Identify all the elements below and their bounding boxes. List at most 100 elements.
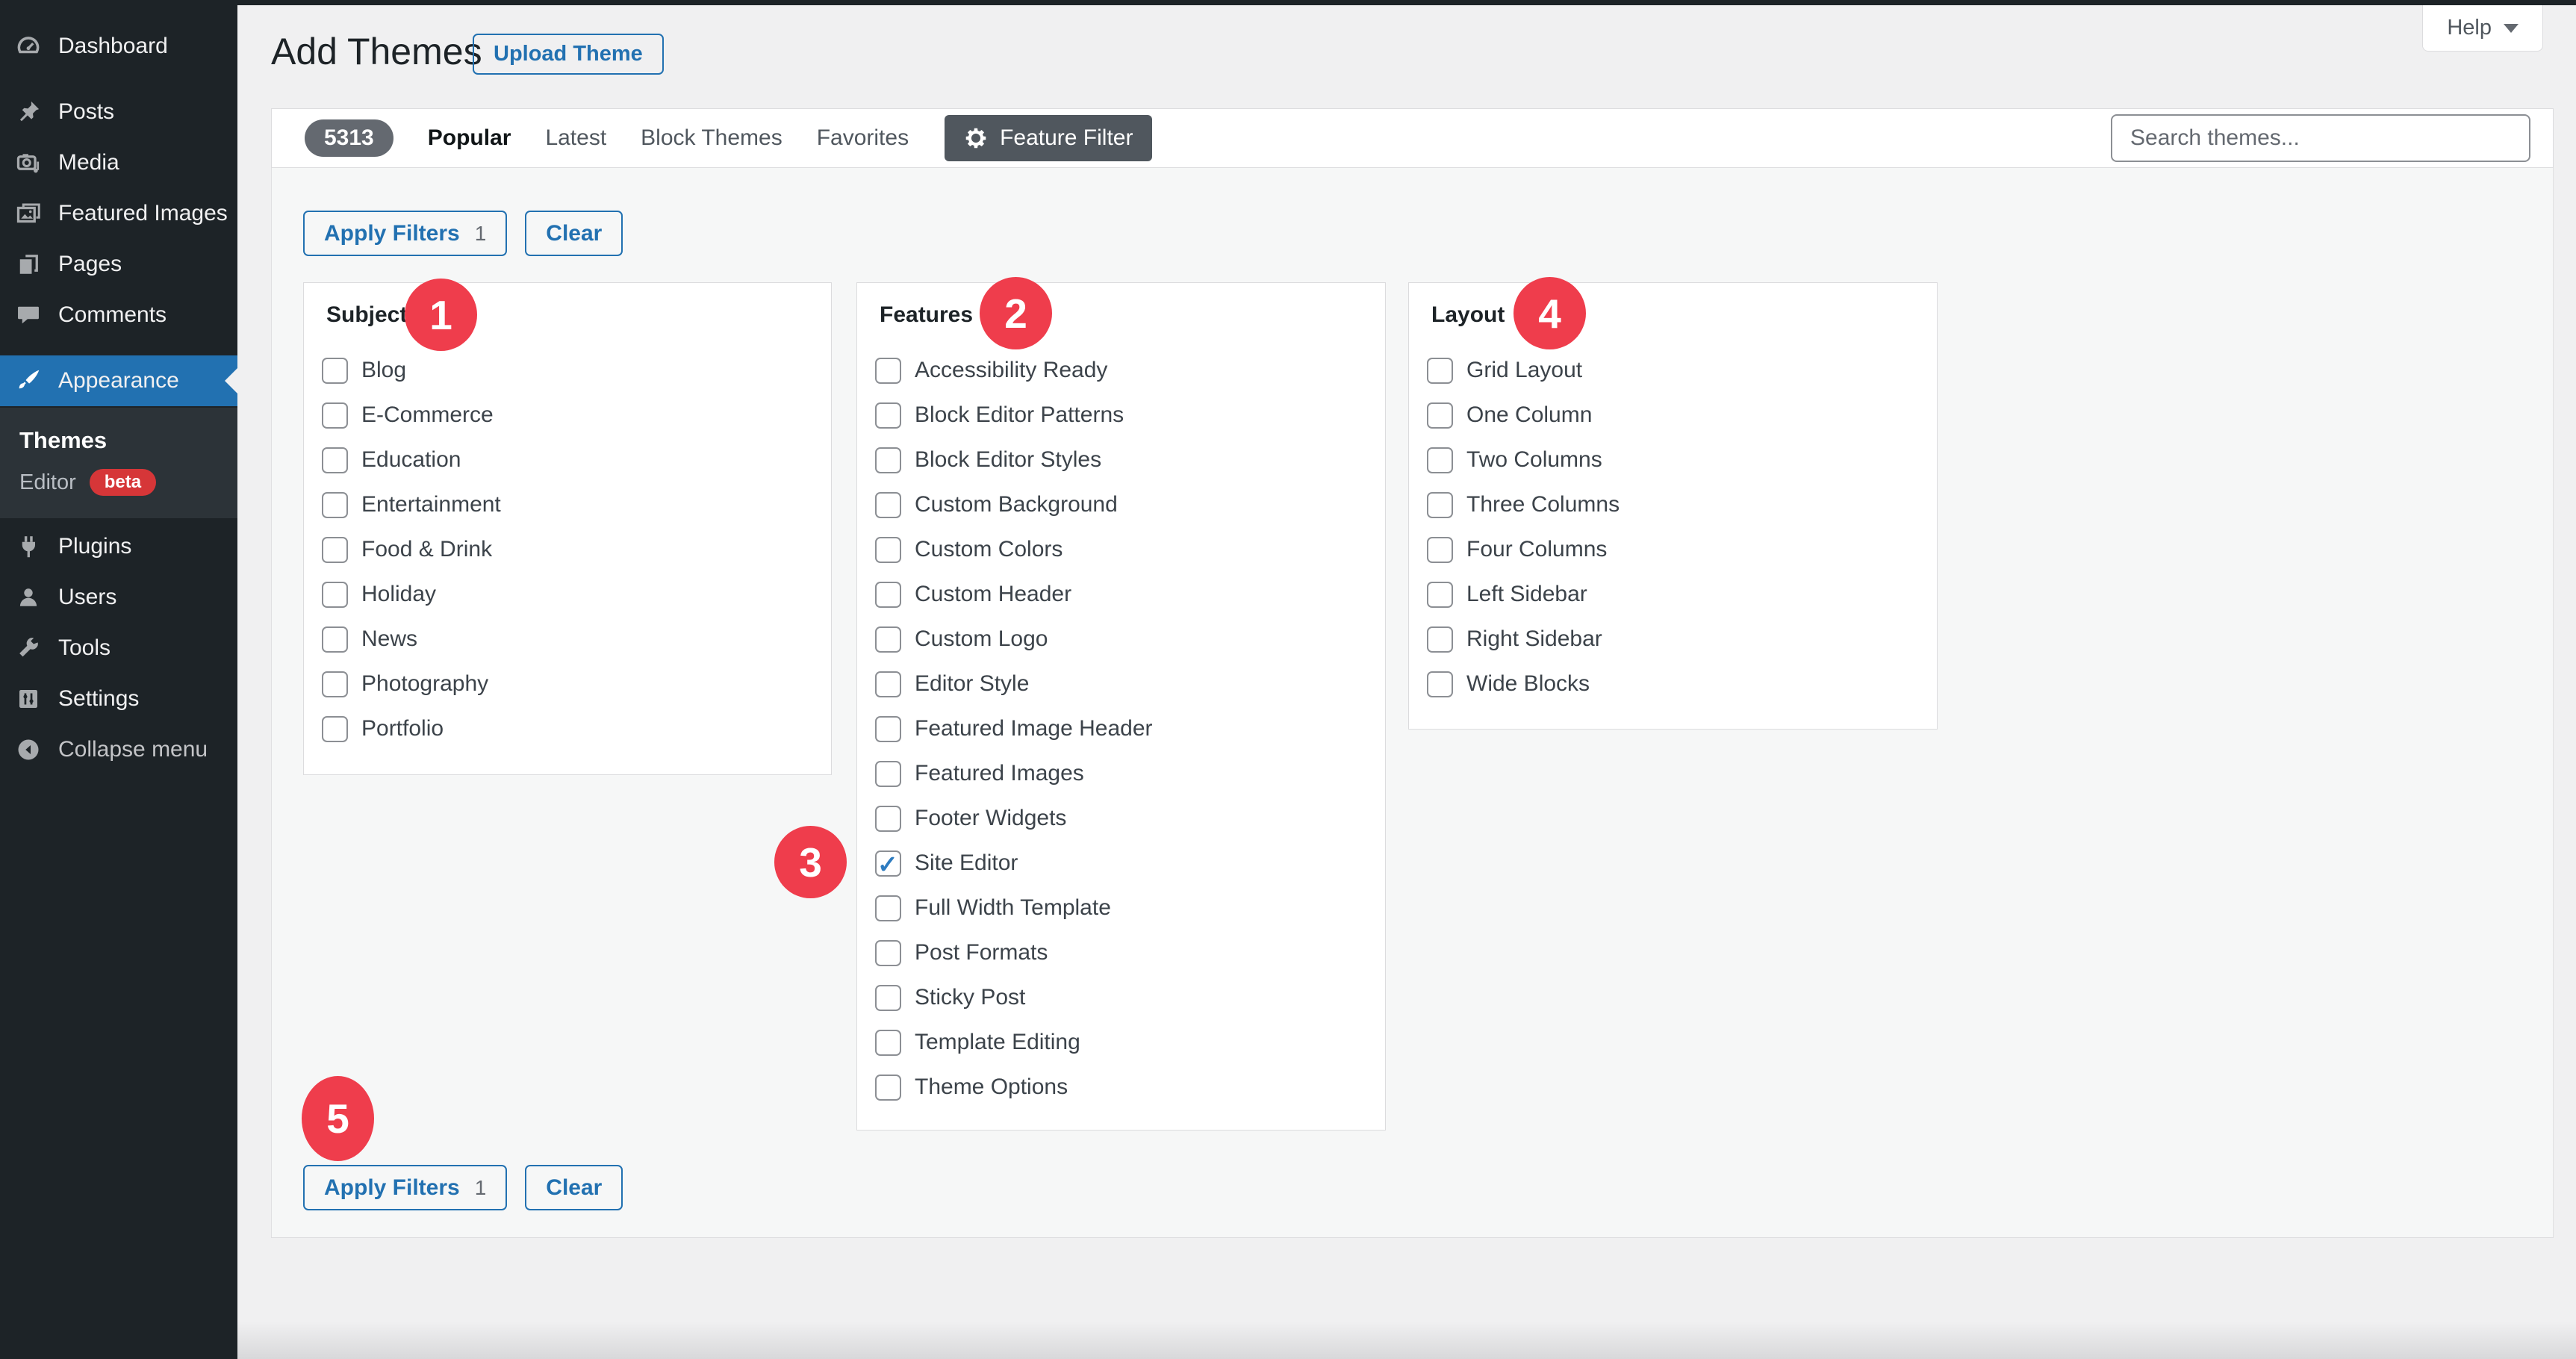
checkbox[interactable] (1427, 536, 1453, 563)
checkbox[interactable] (875, 402, 901, 429)
filter-option-editor-style[interactable]: Editor Style (875, 662, 1385, 706)
tab-block-themes[interactable]: Block Themes (641, 125, 783, 151)
filter-option-four-columns[interactable]: Four Columns (1427, 527, 1937, 572)
filter-group-title: Layout (1431, 302, 1505, 327)
submenu-item-editor[interactable]: Editor beta (19, 463, 237, 502)
checkbox[interactable] (322, 671, 348, 697)
filter-option-featured-images[interactable]: Featured Images (875, 751, 1385, 796)
checkbox[interactable] (875, 447, 901, 473)
checkbox[interactable] (1427, 357, 1453, 384)
checkbox[interactable] (322, 447, 348, 473)
checkbox[interactable] (322, 491, 348, 518)
checkbox[interactable] (1427, 581, 1453, 608)
collapse-menu-button[interactable]: Collapse menu (0, 724, 237, 775)
checkbox[interactable] (875, 805, 901, 832)
filter-option-footer-widgets[interactable]: Footer Widgets (875, 796, 1385, 841)
checkbox[interactable] (875, 984, 901, 1011)
checkbox[interactable] (1427, 447, 1453, 473)
filter-option-ecommerce[interactable]: E-Commerce (322, 393, 831, 438)
checkbox[interactable] (875, 536, 901, 563)
filter-option-accessibility-ready[interactable]: Accessibility Ready (875, 348, 1385, 393)
checkbox[interactable] (322, 581, 348, 608)
sidebar-item-pages[interactable]: Pages (0, 239, 237, 290)
filter-option-entertainment[interactable]: Entertainment (322, 482, 831, 527)
checkbox[interactable] (875, 581, 901, 608)
filter-option-blog[interactable]: Blog (322, 348, 831, 393)
checkbox[interactable] (1427, 402, 1453, 429)
filter-option-custom-background[interactable]: Custom Background (875, 482, 1385, 527)
plugin-icon (15, 533, 42, 560)
filter-option-post-formats[interactable]: Post Formats (875, 930, 1385, 975)
filter-option-theme-options[interactable]: Theme Options (875, 1065, 1385, 1110)
checkbox[interactable] (1427, 491, 1453, 518)
step-marker-5: 5 (302, 1076, 374, 1161)
filter-option-custom-logo[interactable]: Custom Logo (875, 617, 1385, 662)
filter-option-three-columns[interactable]: Three Columns (1427, 482, 1937, 527)
filter-option-template-editing[interactable]: Template Editing (875, 1020, 1385, 1065)
sidebar-item-settings[interactable]: Settings (0, 674, 237, 724)
sidebar-item-dashboard[interactable]: Dashboard (0, 21, 237, 72)
feature-filter-label: Feature Filter (1000, 125, 1133, 150)
checkbox[interactable] (875, 939, 901, 966)
help-dropdown[interactable]: Help (2422, 5, 2543, 52)
sidebar-item-tools[interactable]: Tools (0, 623, 237, 674)
filter-option-site-editor[interactable]: Site Editor (875, 841, 1385, 886)
search-input[interactable] (2111, 114, 2530, 162)
main-content: Add Themes Upload Theme Help 5313 Popula… (237, 0, 2576, 1359)
sidebar-item-users[interactable]: Users (0, 572, 237, 623)
filter-option-right-sidebar[interactable]: Right Sidebar (1427, 617, 1937, 662)
sidebar-item-appearance[interactable]: Appearance (0, 355, 237, 406)
checkbox[interactable] (875, 357, 901, 384)
checkbox[interactable] (875, 1029, 901, 1056)
tab-popular[interactable]: Popular (428, 125, 511, 151)
checkbox[interactable] (875, 1074, 901, 1101)
filter-option-custom-header[interactable]: Custom Header (875, 572, 1385, 617)
checkbox[interactable] (875, 850, 901, 879)
filter-option-custom-colors[interactable]: Custom Colors (875, 527, 1385, 572)
filter-option-two-columns[interactable]: Two Columns (1427, 438, 1937, 482)
filter-option-grid-layout[interactable]: Grid Layout (1427, 348, 1937, 393)
filter-option-sticky-post[interactable]: Sticky Post (875, 975, 1385, 1020)
tab-latest[interactable]: Latest (545, 125, 606, 151)
checkbox[interactable] (322, 402, 348, 429)
feature-filter-button[interactable]: Feature Filter (945, 115, 1153, 161)
filter-option-featured-image-header[interactable]: Featured Image Header (875, 706, 1385, 751)
checkbox[interactable] (875, 491, 901, 518)
checkbox[interactable] (322, 626, 348, 653)
menu-spacer (0, 340, 237, 355)
filter-option-full-width-template[interactable]: Full Width Template (875, 886, 1385, 930)
checkbox[interactable] (875, 760, 901, 787)
checkbox[interactable] (322, 536, 348, 563)
checkbox[interactable] (1427, 626, 1453, 653)
filter-option-portfolio[interactable]: Portfolio (322, 706, 831, 751)
apply-filters-button-bottom[interactable]: Apply Filters 1 (303, 1165, 508, 1210)
filter-option-one-column[interactable]: One Column (1427, 393, 1937, 438)
sidebar-item-plugins[interactable]: Plugins (0, 521, 237, 572)
filter-option-photography[interactable]: Photography (322, 662, 831, 706)
filter-option-block-editor-patterns[interactable]: Block Editor Patterns (875, 393, 1385, 438)
clear-filters-button-top[interactable]: Clear (525, 211, 623, 256)
clear-filters-button-bottom[interactable]: Clear (525, 1165, 623, 1210)
sidebar-item-media[interactable]: Media (0, 137, 237, 188)
filter-option-left-sidebar[interactable]: Left Sidebar (1427, 572, 1937, 617)
filter-option-news[interactable]: News (322, 617, 831, 662)
apply-filters-button-top[interactable]: Apply Filters 1 (303, 211, 508, 256)
sidebar-item-featured-images[interactable]: Featured Images (0, 188, 237, 239)
checkbox[interactable] (875, 895, 901, 921)
checkbox[interactable] (875, 671, 901, 697)
checkbox[interactable] (1427, 671, 1453, 697)
sidebar-item-comments[interactable]: Comments (0, 290, 237, 340)
submenu-item-themes[interactable]: Themes (19, 423, 237, 458)
tab-favorites[interactable]: Favorites (817, 125, 909, 151)
filter-option-food-drink[interactable]: Food & Drink (322, 527, 831, 572)
checkbox[interactable] (322, 715, 348, 742)
filter-option-block-editor-styles[interactable]: Block Editor Styles (875, 438, 1385, 482)
sidebar-item-posts[interactable]: Posts (0, 87, 237, 137)
checkbox[interactable] (322, 357, 348, 384)
filter-option-holiday[interactable]: Holiday (322, 572, 831, 617)
filter-option-education[interactable]: Education (322, 438, 831, 482)
filter-option-wide-blocks[interactable]: Wide Blocks (1427, 662, 1937, 706)
checkbox[interactable] (875, 715, 901, 742)
checkbox[interactable] (875, 626, 901, 653)
upload-theme-button[interactable]: Upload Theme (473, 34, 664, 75)
